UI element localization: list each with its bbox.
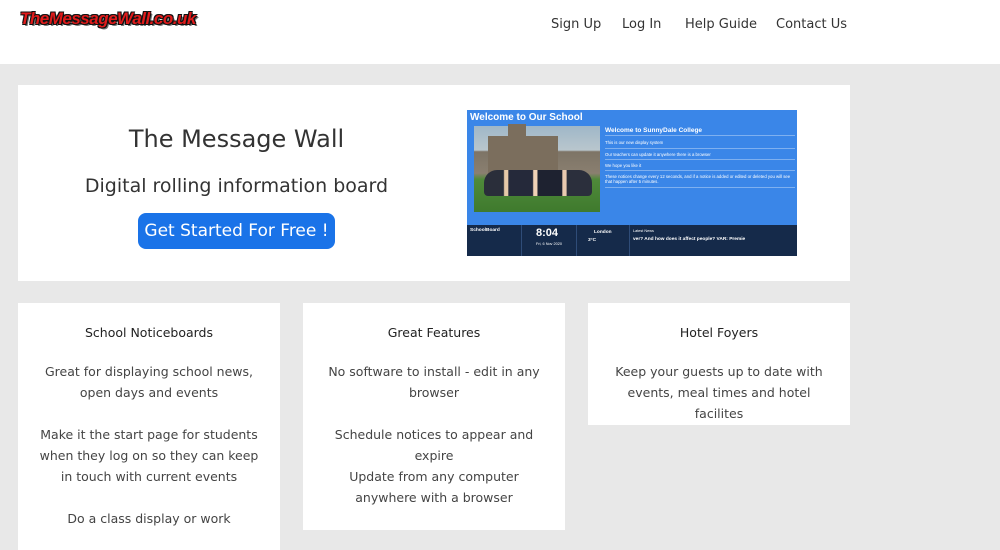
students-shape xyxy=(484,170,592,196)
card-paragraph: No software to install - edit in any bro… xyxy=(328,364,540,400)
display-preview-image: Welcome to Our School Welcome to SunnyDa… xyxy=(467,110,797,256)
preview-notice-line: These notices change every 12 seconds, a… xyxy=(605,174,795,188)
preview-time: 8:04 xyxy=(536,227,559,239)
get-started-button[interactable]: Get Started For Free ! xyxy=(138,213,335,249)
preview-status-bar: SchoolBoard 8:04 Fri, 6 Nov 2020 London … xyxy=(467,225,797,256)
hero-title: The Message Wall xyxy=(128,125,345,153)
preview-clock-segment: 8:04 Fri, 6 Nov 2020 xyxy=(522,225,577,256)
card-paragraph: Keep your guests up to date with events,… xyxy=(615,364,823,421)
card-paragraph: Make it the start page for students when… xyxy=(39,427,259,484)
card-paragraph: Do a class display or work xyxy=(67,511,231,526)
nav-log-in-link[interactable]: Log In xyxy=(622,17,661,32)
feature-card-school-noticeboards: School Noticeboards Great for displaying… xyxy=(18,303,280,550)
preview-notice: Welcome to SunnyDale College This is our… xyxy=(605,127,795,191)
card-paragraph: Schedule notices to appear and expire xyxy=(334,427,534,463)
hero-subtitle: Digital rolling information board xyxy=(84,175,389,197)
card-title: School Noticeboards xyxy=(84,325,213,340)
card-paragraph: Update from any computer anywhere with a… xyxy=(349,469,519,505)
preview-news-ticker: ver? And how does it affect people? VAR:… xyxy=(633,237,746,242)
feature-card-great-features: Great Features No software to install - … xyxy=(303,303,565,530)
card-title: Great Features xyxy=(387,325,481,340)
preview-temp: 3°C xyxy=(588,238,597,243)
feature-card-hotel-foyers: Hotel Foyers Keep your guests up to date… xyxy=(588,303,850,425)
preview-notice-line: We hope you like it xyxy=(605,163,795,172)
preview-brand: SchoolBoard xyxy=(470,228,500,233)
hero-card: The Message Wall Digital rolling informa… xyxy=(18,85,850,281)
nav-sign-up-link[interactable]: Sign Up xyxy=(551,17,601,32)
main-nav: Sign Up Log In Help Guide Contact Us xyxy=(0,17,1000,37)
card-title: Hotel Foyers xyxy=(679,325,759,340)
preview-notice-line: This is our new display system xyxy=(605,140,795,149)
preview-news-label: Latest News xyxy=(633,229,654,233)
preview-date: Fri, 6 Nov 2020 xyxy=(536,242,562,246)
site-header: TheMessageWall.co.uk Sign Up Log In Help… xyxy=(0,0,1000,64)
nav-help-guide-link[interactable]: Help Guide xyxy=(685,17,757,32)
nav-contact-us-link[interactable]: Contact Us xyxy=(776,17,847,32)
preview-brand-segment: SchoolBoard xyxy=(467,225,522,256)
preview-notice-line: Our teachers can update it anywhere ther… xyxy=(605,152,795,160)
preview-city: London xyxy=(594,230,612,235)
card-paragraph: Great for displaying school news, open d… xyxy=(45,364,253,400)
preview-school-photo xyxy=(474,124,600,212)
preview-heading: Welcome to Our School xyxy=(470,112,583,123)
preview-weather-segment: London 3°C xyxy=(577,225,630,256)
preview-notice-title: Welcome to SunnyDale College xyxy=(605,127,795,137)
